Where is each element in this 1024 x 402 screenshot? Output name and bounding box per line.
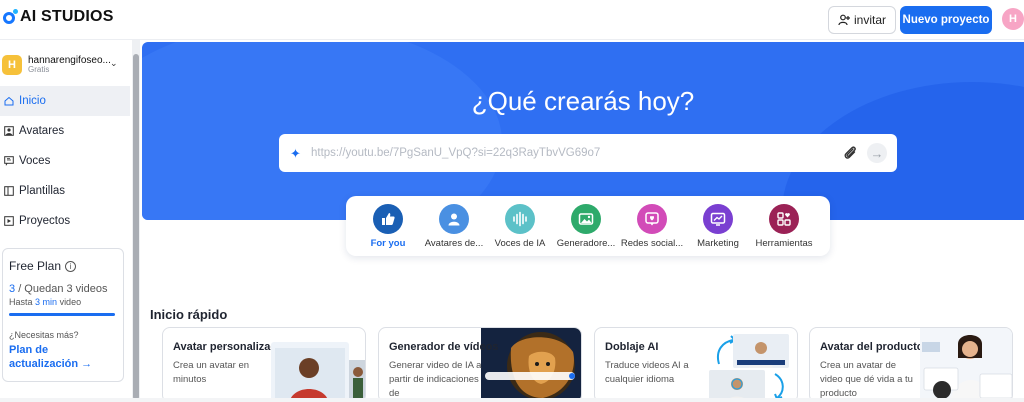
voice-icon (4, 156, 14, 166)
card-title: Generador de vídeos (389, 341, 499, 353)
category-generadores[interactable]: Generadore... (553, 204, 619, 249)
plan-used-count: 3 (9, 283, 16, 295)
plan-title: Free Plan (9, 259, 62, 273)
quick-card-doblaje-ai[interactable]: Doblaje AI Traduce videos AI a cualquier… (594, 327, 798, 402)
plan-progress-bar (9, 313, 115, 316)
sidebar-item-label: Proyectos (19, 215, 71, 227)
card-description: Crea un avatar de video que dé vida a tu… (820, 360, 913, 399)
card-title: Doblaje AI (605, 341, 659, 353)
horizontal-scrollbar[interactable] (0, 398, 1024, 402)
template-icon (4, 186, 14, 196)
product-avatar-preview-image (920, 328, 1012, 402)
category-for-you[interactable]: For you (355, 204, 421, 249)
user-avatar[interactable]: H (1002, 8, 1024, 30)
workspace-avatar: H (2, 55, 22, 75)
brand-name: AI STUDIOS (20, 8, 114, 25)
sidebar-item-label: Avatares (19, 125, 65, 137)
category-voces[interactable]: Voces de IA (487, 204, 553, 249)
quick-start-title: Inicio rápido (150, 307, 228, 322)
quick-card-generador-videos[interactable]: Generador de vídeos Generar video de IA … (378, 327, 582, 402)
category-label: Generadore... (556, 238, 616, 249)
scrollbar-thumb[interactable] (133, 54, 139, 400)
avatar-icon (4, 126, 14, 136)
workspace-plan: Gratis (28, 65, 50, 75)
sidebar-item-inicio[interactable]: Inicio (0, 86, 130, 116)
person-icon (439, 204, 469, 234)
plan-card: Free Plan i 3 / Quedan 3 videos Hasta 3 … (2, 248, 124, 382)
hero-decoration (142, 42, 502, 220)
sidebar-item-voces[interactable]: Voces (0, 146, 130, 176)
invite-button[interactable]: invitar (828, 6, 896, 34)
hero-search-box: ✦ → (279, 134, 897, 172)
new-project-button[interactable]: Nuevo proyecto (900, 6, 992, 34)
logo-icon (2, 9, 18, 25)
plan-remaining-text: / Quedan 3 videos (18, 283, 108, 295)
sidebar-item-proyectos[interactable]: Proyectos (0, 206, 130, 236)
category-herramientas[interactable]: Herramientas (751, 204, 817, 249)
thumbs-up-icon (373, 204, 403, 234)
plan-limit: Hasta 3 min video (9, 297, 117, 307)
avatar-preview-image (271, 342, 365, 402)
card-description: Generar video de IA a partir de indicaci… (389, 360, 482, 399)
home-icon (4, 96, 14, 106)
sparkle-icon: ✦ (290, 146, 301, 161)
category-label: Voces de IA (494, 238, 546, 249)
hero-banner: ¿Qué crearás hoy? ✦ → (142, 42, 1024, 220)
hero-title: ¿Qué crearás hoy? (471, 86, 695, 116)
card-description: Traduce videos AI a cualquier idioma (605, 360, 689, 385)
social-icon (637, 204, 667, 234)
category-label: Marketing (697, 238, 739, 249)
top-bar: AI STUDIOS invitar Nuevo proyecto H (0, 0, 1024, 40)
category-avatares[interactable]: Avatares de... (421, 204, 487, 249)
dubbing-preview-image (709, 334, 789, 402)
category-label: For you (370, 238, 406, 249)
sidebar-item-label: Inicio (19, 95, 46, 107)
info-icon[interactable]: i (65, 260, 77, 272)
upgrade-link-line2: actualización → (9, 358, 93, 371)
image-gen-icon (571, 204, 601, 234)
send-arrow-icon[interactable]: → (867, 143, 887, 163)
invite-label: invitar (853, 13, 886, 27)
plan-limit-value: 3 min (35, 297, 58, 307)
sidebar-item-plantillas[interactable]: Plantillas (0, 176, 130, 206)
workspace-switcher[interactable]: H hannarengifoseo... Gratis ⌄ (2, 52, 128, 78)
upgrade-link-line1: Plan de (9, 344, 49, 356)
tools-icon (769, 204, 799, 234)
quick-card-avatar-personalizado[interactable]: Avatar personalizado Crea un avatar en m… (162, 327, 366, 402)
sidebar-scrollbar[interactable] (132, 40, 140, 402)
category-redes-sociales[interactable]: Redes social... (619, 204, 685, 249)
sidebar-nav: Inicio Avatares Voces Plantillas Proyect… (0, 86, 130, 236)
plan-limit-prefix: Hasta (9, 297, 33, 307)
prompt-input[interactable] (311, 142, 831, 164)
waveform-icon (505, 204, 535, 234)
card-title: Avatar del producto (820, 341, 924, 353)
quick-card-avatar-producto[interactable]: Avatar del producto Crea un avatar de vi… (809, 327, 1013, 402)
category-bar: For you Avatares de... Voces de IA Gener… (346, 196, 830, 256)
video-generator-preview-image (481, 328, 581, 402)
card-description: Crea un avatar en minutos (173, 360, 250, 385)
category-label: Avatares de... (424, 238, 484, 249)
add-user-icon (838, 14, 850, 26)
category-marketing[interactable]: Marketing (685, 204, 751, 249)
marketing-icon (703, 204, 733, 234)
sidebar: H hannarengifoseo... Gratis ⌄ Inicio Ava… (0, 40, 132, 402)
plan-limit-suffix: video (59, 297, 82, 307)
brand-logo[interactable]: AI STUDIOS (2, 8, 114, 26)
category-label: Redes social... (620, 238, 684, 249)
sidebar-item-label: Voces (19, 155, 51, 167)
plan-usage: 3 / Quedan 3 videos (9, 283, 117, 295)
paperclip-icon[interactable] (842, 144, 858, 162)
sidebar-item-avatares[interactable]: Avatares (0, 116, 130, 146)
project-icon (4, 216, 14, 226)
plan-question: ¿Necesitas más? (9, 330, 79, 340)
category-label: Herramientas (755, 238, 813, 249)
sidebar-item-label: Plantillas (19, 185, 66, 197)
chevron-down-icon[interactable]: ⌄ (110, 58, 118, 69)
upgrade-plan-link[interactable]: Plan de actualización → (9, 343, 117, 372)
